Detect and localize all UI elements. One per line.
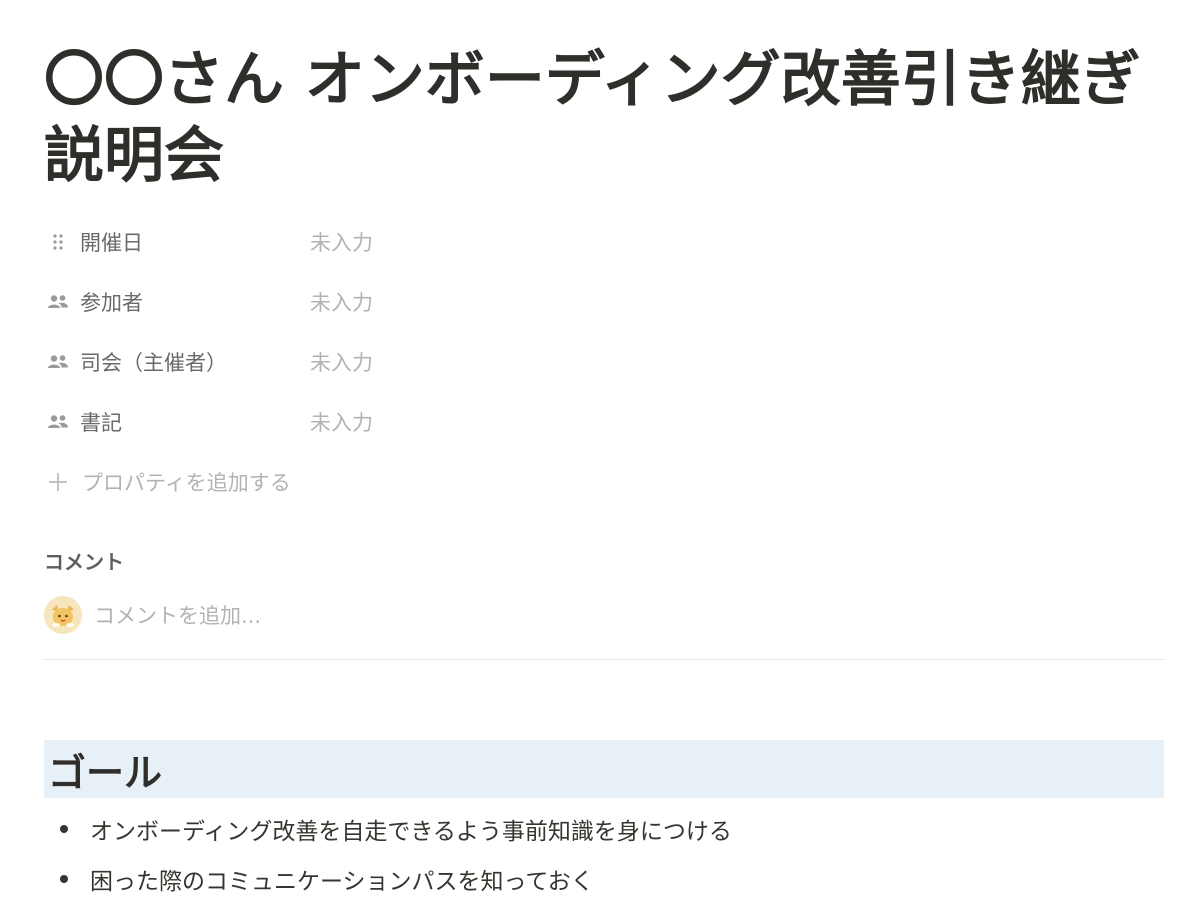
section-heading[interactable]: ゴール	[44, 740, 1164, 798]
property-row-host[interactable]: 司会（主催者） 未入力	[44, 332, 1164, 392]
property-row-date[interactable]: 開催日 未入力	[44, 212, 1164, 272]
list-item[interactable]: オンボーディング改善を自走できるよう事前知識を身につける	[44, 804, 1164, 854]
property-row-notetaker[interactable]: 書記 未入力	[44, 392, 1164, 452]
plus-icon	[46, 470, 70, 494]
people-icon	[46, 290, 70, 314]
property-value-empty[interactable]: 未入力	[310, 347, 373, 377]
page-title[interactable]: 〇〇さん オンボーディング改善引き継ぎ説明会	[44, 0, 1164, 194]
comment-input[interactable]: コメントを追加...	[94, 600, 261, 630]
property-name-host[interactable]: 司会（主催者）	[44, 347, 310, 377]
property-label: 参加者	[80, 291, 143, 315]
people-icon	[46, 350, 70, 374]
people-icon	[46, 410, 70, 434]
property-value-empty[interactable]: 未入力	[310, 407, 373, 437]
add-property-label: プロパティを追加する	[82, 471, 291, 495]
properties-panel: 開催日 未入力 参加者 未入力 司会（主催者） 未入力 書記 未入力 プロパティ…	[44, 212, 1164, 512]
list-item[interactable]: 困った際のコミュニケーションパスを知っておく	[44, 854, 1164, 904]
drag-handle-icon	[46, 230, 70, 254]
page-content: 〇〇さん オンボーディング改善引き継ぎ説明会 開催日 未入力 参加者 未入力 司…	[44, 0, 1164, 904]
property-name-participants[interactable]: 参加者	[44, 287, 310, 317]
bullet-dot	[60, 875, 68, 883]
property-name-date[interactable]: 開催日	[44, 227, 310, 257]
property-name-notetaker[interactable]: 書記	[44, 407, 310, 437]
comment-composer[interactable]: コメントを追加...	[44, 593, 1164, 637]
bullet-list: オンボーディング改善を自走できるよう事前知識を身につける 困った際のコミュニケー…	[44, 804, 1164, 904]
divider	[44, 659, 1164, 660]
add-property-button[interactable]: プロパティを追加する	[44, 452, 1164, 512]
property-value-empty[interactable]: 未入力	[310, 287, 373, 317]
property-row-participants[interactable]: 参加者 未入力	[44, 272, 1164, 332]
comments-heading: コメント	[44, 550, 124, 574]
property-value-empty[interactable]: 未入力	[310, 227, 373, 257]
property-label: 開催日	[80, 231, 143, 255]
property-label: 司会（主催者）	[80, 351, 227, 375]
list-item-text: 困った際のコミュニケーションパスを知っておく	[90, 869, 594, 895]
avatar	[44, 596, 82, 634]
list-item-text: オンボーディング改善を自走できるよう事前知識を身につける	[90, 819, 732, 845]
property-label: 書記	[80, 411, 122, 435]
bullet-dot	[60, 825, 68, 833]
